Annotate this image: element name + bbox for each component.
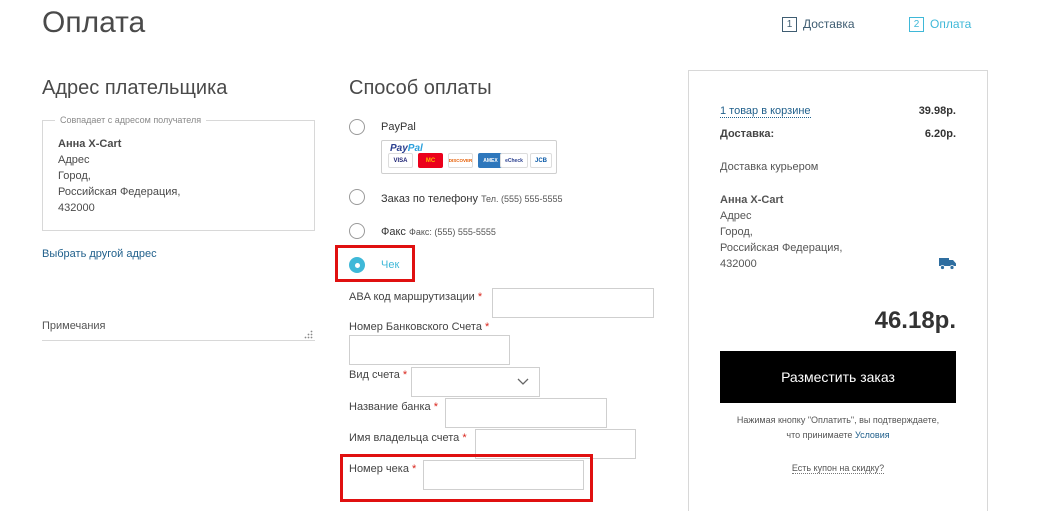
address-legend: Совпадает с адресом получателя — [55, 115, 207, 125]
step-payment[interactable]: 2 Оплата — [909, 16, 971, 32]
address-line: Адрес — [58, 154, 90, 166]
aba-label: ABA код маршрутизации * — [349, 291, 483, 303]
visa-icon: VISA — [388, 153, 413, 168]
step-label: Доставка — [803, 17, 855, 31]
account-number-input[interactable] — [349, 335, 510, 365]
page-title: Оплата — [42, 6, 146, 39]
payment-method-title: Способ оплаты — [349, 77, 492, 99]
notes-textarea[interactable] — [42, 340, 315, 341]
address-line: Адрес — [720, 210, 752, 222]
phone-order-label: Заказ по телефону Тел. (555) 555-5555 — [381, 193, 563, 205]
resize-handle-icon[interactable] — [304, 330, 313, 339]
address-line: Город, — [58, 170, 91, 182]
terms-link[interactable]: Условия — [855, 430, 890, 440]
bank-name-input[interactable] — [445, 398, 607, 428]
address-line: 432000 — [720, 258, 757, 270]
bank-name-label: Название банка * — [349, 401, 438, 413]
check-number-label: Номер чека * — [349, 463, 417, 475]
order-total: 46.18р. — [874, 307, 956, 334]
consent-text: Нажимая кнопку "Оплатить", вы подтвержда… — [736, 415, 940, 440]
step-number: 1 — [782, 16, 797, 32]
delivery-truck-icon — [939, 258, 956, 270]
check-option-highlight — [335, 245, 415, 282]
account-holder-label: Имя владельца счета * — [349, 432, 467, 444]
check-number-input[interactable] — [423, 460, 584, 490]
notes-label: Примечания — [42, 320, 106, 332]
cart-link[interactable]: 1 товар в корзине — [720, 105, 811, 118]
paypal-label: PayPal — [381, 121, 416, 133]
paypal-radio[interactable] — [349, 119, 365, 135]
delivery-value: 6.20р. — [924, 128, 956, 140]
account-type-select[interactable] — [411, 367, 540, 397]
delivery-label: Доставка: — [720, 128, 775, 140]
payer-address-box: Совпадает с адресом получателя Анна X-Ca… — [42, 115, 315, 231]
address-line: Город, — [720, 226, 753, 238]
phone-number: Тел. (555) 555-5555 — [481, 194, 563, 204]
cart-value: 39.98р. — [918, 105, 956, 117]
mastercard-icon: MC — [418, 153, 443, 168]
address-line: Российская Федерация, — [720, 242, 843, 254]
chevron-down-icon — [517, 378, 529, 385]
place-order-button[interactable]: Разместить заказ — [720, 351, 956, 403]
choose-other-address-link[interactable]: Выбрать другой адрес — [42, 248, 157, 260]
account-type-label: Вид счета * — [349, 369, 408, 381]
step-number: 2 — [909, 16, 924, 32]
coupon-row: Есть купон на скидку? — [710, 461, 966, 474]
fax-label: Факс Факс: (555) 555-5555 — [381, 226, 496, 238]
step-label: Оплата — [930, 17, 972, 31]
phone-order-radio[interactable] — [349, 189, 365, 205]
payer-address-title: Адрес плательщика — [42, 77, 228, 99]
discover-icon: DISCOVER — [448, 153, 473, 168]
address-line: Российская Федерация, — [58, 186, 181, 198]
echeck-icon: eCheck — [500, 153, 528, 168]
address-name: Анна X-Cart — [720, 194, 784, 206]
step-delivery[interactable]: 1 Доставка — [782, 16, 855, 32]
shipping-address: Анна X-Cart Адрес Город, Российская Феде… — [720, 192, 842, 272]
fax-number: Факс: (555) 555-5555 — [408, 227, 496, 237]
address-line: 432000 — [58, 202, 95, 214]
coupon-link[interactable]: Есть купон на скидку? — [791, 463, 885, 474]
check-radio[interactable] — [349, 257, 365, 273]
address-name: Анна X-Cart — [58, 138, 122, 150]
address-lines: Анна X-Cart Адрес Город, Российская Феде… — [58, 136, 180, 216]
paypal-logo: PayPal VISA MC DISCOVER AMEX eCheck JCB — [381, 140, 557, 174]
check-label: Чек — [381, 259, 400, 271]
delivery-method: Доставка курьером — [720, 161, 819, 173]
account-number-label: Номер Банковского Счета * — [349, 321, 490, 333]
jcb-icon: JCB — [530, 153, 552, 168]
fax-radio[interactable] — [349, 223, 365, 239]
aba-input[interactable] — [492, 288, 654, 318]
